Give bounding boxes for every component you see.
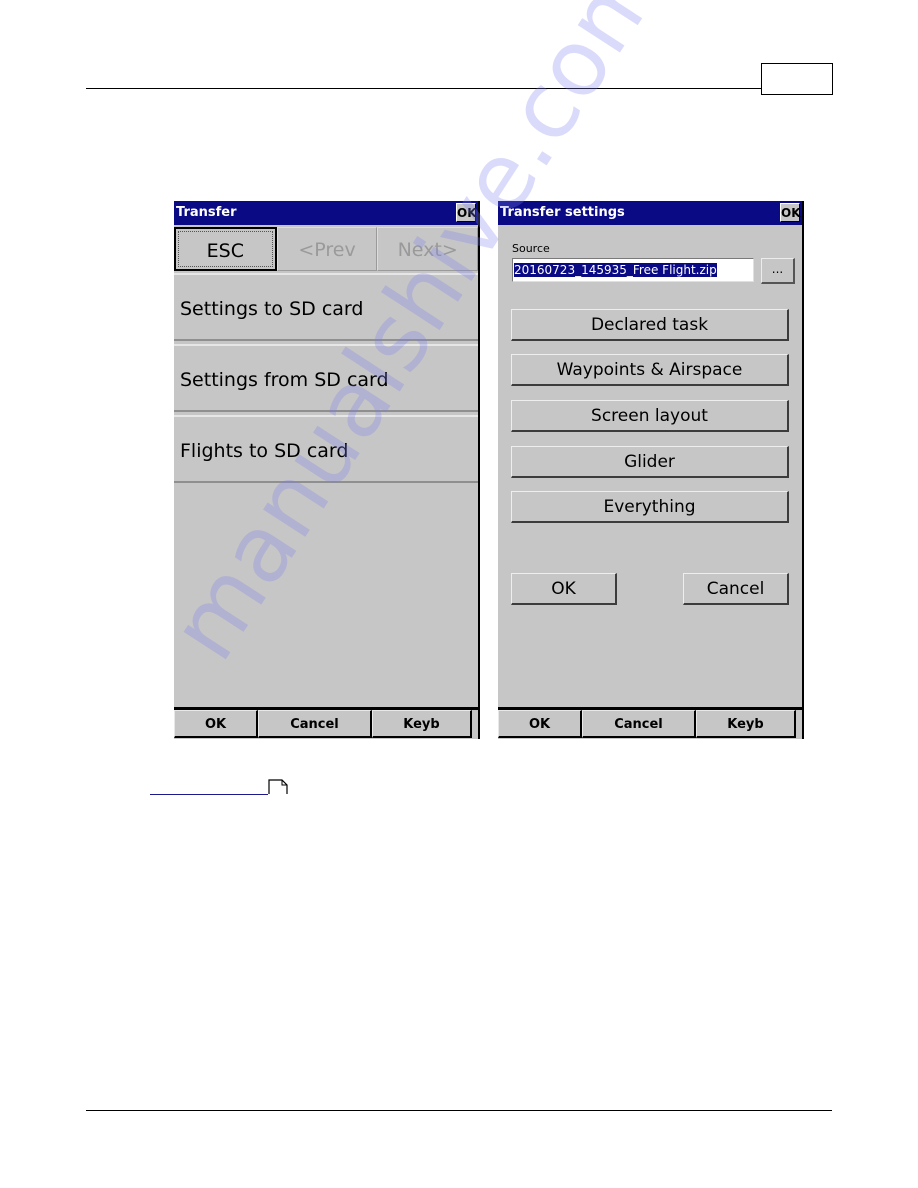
bottom-cancel-button[interactable]: Cancel: [258, 710, 372, 738]
menu-item-settings-from-sd[interactable]: Settings from SD card: [174, 344, 478, 412]
transfer-settings-window: Transfer settings OK Source 20160723_145…: [498, 201, 804, 739]
prev-button[interactable]: <Prev: [276, 227, 378, 271]
page-link-icon[interactable]: [268, 779, 288, 795]
bottom-keyb-button[interactable]: Keyb: [372, 710, 472, 738]
bottom-ok-button[interactable]: OK: [498, 710, 582, 738]
next-button[interactable]: Next>: [377, 227, 479, 271]
declared-task-button[interactable]: Declared task: [511, 309, 789, 341]
glider-button[interactable]: Glider: [511, 446, 789, 478]
screen-layout-button[interactable]: Screen layout: [511, 400, 789, 432]
source-input[interactable]: 20160723_145935_Free Flight.zip: [512, 258, 754, 282]
title-bar: Transfer OK: [174, 201, 478, 225]
waypoints-airspace-button[interactable]: Waypoints & Airspace: [511, 354, 789, 386]
bottom-bar: OK Cancel Keyb: [498, 707, 802, 739]
menu-item-settings-to-sd[interactable]: Settings to SD card: [174, 273, 478, 341]
bottom-keyb-button[interactable]: Keyb: [696, 710, 796, 738]
nav-row: ESC <Prev Next>: [174, 227, 479, 271]
footer-rule: [86, 1110, 832, 1111]
bottom-ok-button[interactable]: OK: [174, 710, 258, 738]
footnote-link-line[interactable]: [150, 794, 268, 795]
source-value: 20160723_145935_Free Flight.zip: [514, 263, 717, 277]
transfer-window: Transfer OK ESC <Prev Next> Settings to …: [174, 201, 480, 739]
page-number-box: [761, 63, 833, 95]
menu-item-flights-to-sd[interactable]: Flights to SD card: [174, 415, 478, 483]
bottom-cancel-button[interactable]: Cancel: [582, 710, 696, 738]
bottom-bar: OK Cancel Keyb: [174, 707, 478, 739]
window-title: Transfer: [176, 205, 237, 220]
title-ok-button[interactable]: OK: [456, 203, 477, 222]
title-bar: Transfer settings OK: [498, 201, 802, 225]
ok-button[interactable]: OK: [511, 573, 617, 605]
cancel-button[interactable]: Cancel: [683, 573, 789, 605]
window-title: Transfer settings: [500, 205, 625, 220]
title-ok-button[interactable]: OK: [780, 203, 801, 222]
esc-button[interactable]: ESC: [174, 227, 277, 271]
everything-button[interactable]: Everything: [511, 491, 789, 523]
header-rule: [86, 88, 762, 89]
browse-button[interactable]: ...: [761, 258, 795, 284]
source-label: Source: [512, 242, 550, 255]
